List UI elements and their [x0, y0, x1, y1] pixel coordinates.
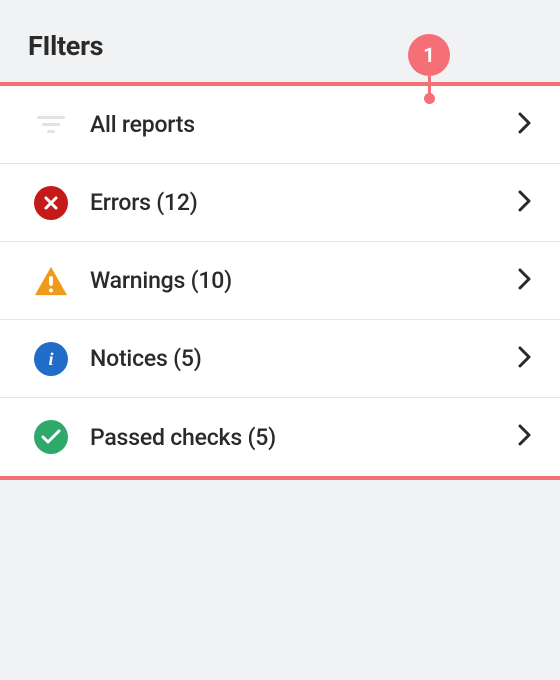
- filter-item-label: All reports: [90, 111, 518, 138]
- annotation-marker: 1: [408, 34, 450, 104]
- annotation-badge: 1: [408, 34, 450, 76]
- chevron-right-icon: [518, 190, 532, 216]
- filter-item-notices[interactable]: i Notices (5): [0, 320, 560, 398]
- error-circle-icon: [34, 186, 68, 220]
- filter-item-errors[interactable]: Errors (12): [0, 164, 560, 242]
- filter-item-label: Passed checks (5): [90, 424, 518, 451]
- chevron-right-icon: [518, 112, 532, 138]
- chevron-right-icon: [518, 268, 532, 294]
- page-title: FIlters: [28, 30, 532, 62]
- warning-triangle-icon: [34, 264, 68, 298]
- filter-item-passed-checks[interactable]: Passed checks (5): [0, 398, 560, 476]
- filters-list: All reports Errors (12) Warnings (10): [0, 82, 560, 480]
- filter-item-label: Notices (5): [90, 345, 518, 372]
- check-circle-icon: [34, 420, 68, 454]
- filter-item-label: Errors (12): [90, 189, 518, 216]
- annotation-dot: [424, 93, 435, 104]
- chevron-right-icon: [518, 346, 532, 372]
- filter-lines-icon: [34, 108, 68, 142]
- info-circle-icon: i: [34, 342, 68, 376]
- filter-item-label: Warnings (10): [90, 267, 518, 294]
- annotation-stem: [428, 76, 431, 94]
- chevron-right-icon: [518, 424, 532, 450]
- filter-item-all-reports[interactable]: All reports: [0, 86, 560, 164]
- filter-item-warnings[interactable]: Warnings (10): [0, 242, 560, 320]
- filters-header: FIlters 1: [0, 0, 560, 82]
